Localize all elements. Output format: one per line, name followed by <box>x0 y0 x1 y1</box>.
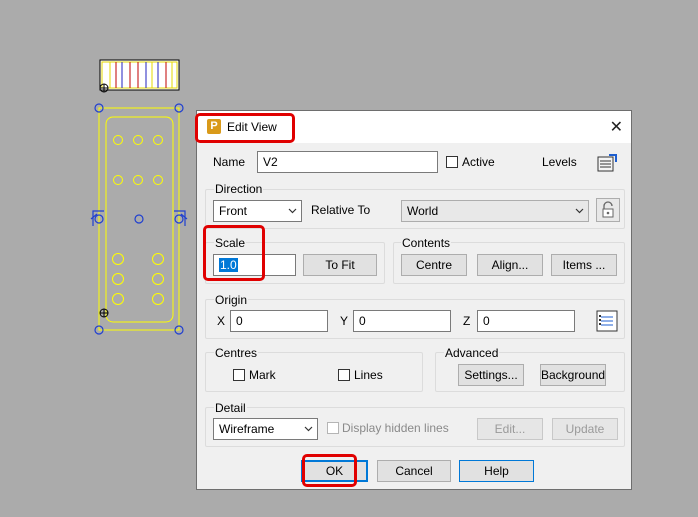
centre-button[interactable]: Centre <box>401 254 467 276</box>
lines-checkbox[interactable] <box>338 369 350 381</box>
align-button[interactable]: Align... <box>477 254 543 276</box>
background-button[interactable]: Background <box>540 364 606 386</box>
chevron-down-icon <box>575 208 584 214</box>
name-input[interactable]: V2 <box>257 151 438 173</box>
relative-to-select[interactable]: World <box>401 200 589 222</box>
highlight-title <box>195 113 295 143</box>
direction-value: Front <box>219 204 248 218</box>
items-button[interactable]: Items ... <box>551 254 617 276</box>
lines-label: Lines <box>354 368 383 382</box>
highlight-ok <box>302 454 357 487</box>
coordinates-icon[interactable] <box>595 309 619 333</box>
mark-checkbox[interactable] <box>233 369 245 381</box>
direction-group-label: Direction <box>214 182 264 196</box>
contents-group-label: Contents <box>401 236 452 250</box>
origin-y-label: Y <box>340 314 349 328</box>
display-hidden-lines-label: Display hidden lines <box>342 421 449 435</box>
mark-label: Mark <box>249 368 276 382</box>
levels-icon[interactable] <box>595 151 619 175</box>
help-button[interactable]: Help <box>459 460 534 482</box>
detail-value: Wireframe <box>219 422 275 436</box>
settings-button[interactable]: Settings... <box>458 364 524 386</box>
detail-select[interactable]: Wireframe <box>213 418 318 440</box>
edit-view-dialog: P Edit View ✕ Name V2 Active Levels Dire… <box>196 110 632 490</box>
part-drawing[interactable] <box>90 103 188 335</box>
close-icon[interactable]: ✕ <box>610 117 623 137</box>
relative-to-value: World <box>407 204 439 218</box>
display-hidden-lines-checkbox[interactable] <box>327 422 339 434</box>
title-block-drawing[interactable] <box>99 59 180 93</box>
origin-y-input[interactable]: 0 <box>353 310 451 332</box>
levels-label: Levels <box>542 155 577 169</box>
name-label: Name <box>213 155 246 169</box>
active-label: Active <box>462 155 495 169</box>
chevron-down-icon <box>288 208 297 214</box>
to-fit-button[interactable]: To Fit <box>303 254 377 276</box>
origin-z-input[interactable]: 0 <box>477 310 575 332</box>
highlight-scale <box>203 225 265 281</box>
origin-group-label: Origin <box>214 293 249 307</box>
active-checkbox[interactable] <box>446 156 458 168</box>
origin-x-label: X <box>217 314 226 328</box>
update-button[interactable]: Update <box>552 418 618 440</box>
relative-to-label: Relative To <box>311 203 371 217</box>
detail-group-label: Detail <box>214 401 247 415</box>
origin-x-input[interactable]: 0 <box>230 310 328 332</box>
lock-icon[interactable] <box>596 198 620 222</box>
centres-group-label: Centres <box>214 346 259 360</box>
direction-select[interactable]: Front <box>213 200 302 222</box>
advanced-group-label: Advanced <box>444 346 500 360</box>
origin-z-label: Z <box>463 314 471 328</box>
cancel-button[interactable]: Cancel <box>377 460 451 482</box>
chevron-down-icon <box>304 426 313 432</box>
edit-button[interactable]: Edit... <box>477 418 543 440</box>
